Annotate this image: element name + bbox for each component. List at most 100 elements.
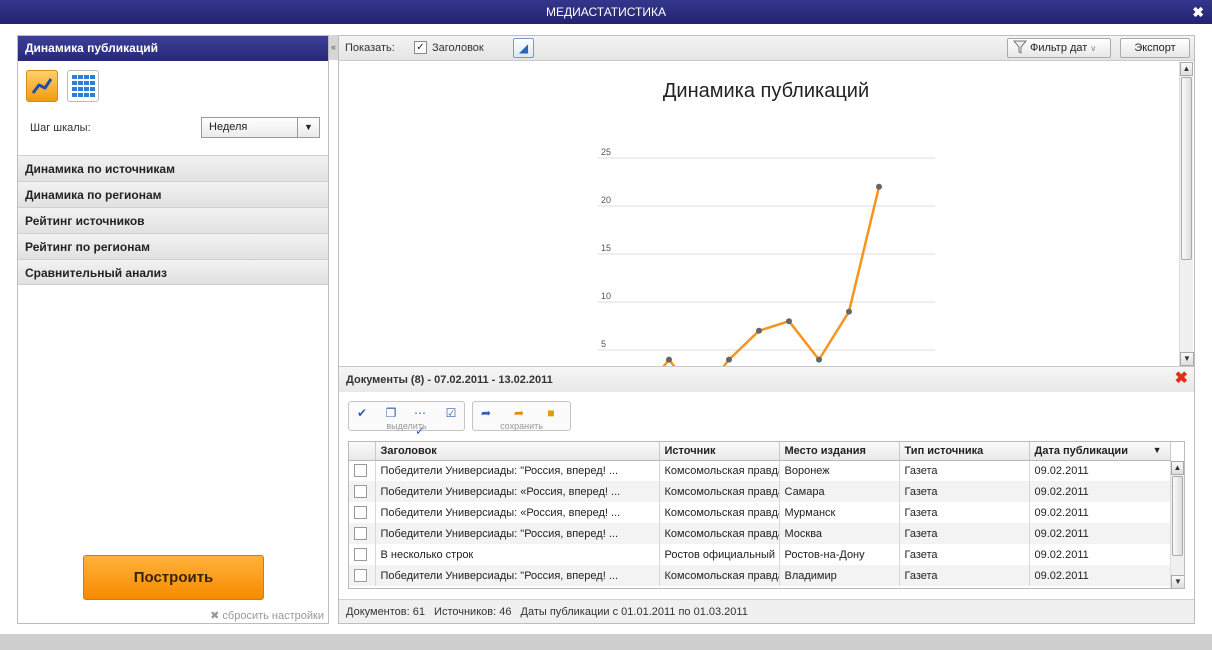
data-point[interactable] xyxy=(786,318,792,325)
build-button[interactable]: Построить xyxy=(83,555,264,600)
menu-item-regions-dynamics[interactable]: Динамика по регионам xyxy=(18,181,328,207)
chart-scrollbar[interactable]: ▲ ▼ xyxy=(1179,62,1194,366)
status-dates: Даты публикации с 01.01.2011 по 01.03.20… xyxy=(520,606,748,618)
export-button[interactable]: Экспорт xyxy=(1120,38,1190,58)
row-checkbox[interactable] xyxy=(354,569,367,582)
scroll-down-icon[interactable]: ▼ xyxy=(1180,352,1194,366)
data-point[interactable] xyxy=(756,327,762,334)
check-box-icon[interactable]: ☑ xyxy=(441,404,461,422)
chevron-down-icon[interactable]: ▼ xyxy=(297,118,319,137)
reset-settings-link[interactable]: ✖ сбросить настройки xyxy=(210,609,324,622)
y-tick-label: 25 xyxy=(601,147,611,157)
column-header-place[interactable]: Место издания xyxy=(779,442,900,461)
table-row[interactable]: Победители Универсиады: "Россия, вперед!… xyxy=(349,565,1171,586)
scroll-up-icon[interactable]: ▲ xyxy=(1171,461,1184,475)
cell-source: Комсомольская правда xyxy=(659,502,780,523)
table-row[interactable]: В несколько строк Ростов официальный Рос… xyxy=(349,544,1171,565)
y-tick-label: 20 xyxy=(601,195,611,205)
data-point[interactable] xyxy=(726,356,732,363)
report-menu: Динамика по источникам Динамика по регио… xyxy=(18,155,328,285)
series-line xyxy=(662,186,881,366)
cell-date: 09.02.2011 xyxy=(1029,544,1171,565)
title-checkbox[interactable]: ✓ xyxy=(414,41,427,54)
cell-title[interactable]: Победители Универсиады: «Россия, вперед!… xyxy=(375,481,660,502)
line-chart-icon[interactable] xyxy=(26,70,58,102)
status-bar: Документов: 61 Источников: 46 Даты публи… xyxy=(339,599,1194,623)
data-point[interactable] xyxy=(816,356,822,363)
documents-title: Документы (8) - 07.02.2011 - 13.02.2011 xyxy=(346,374,553,386)
collapse-panel-button[interactable]: « xyxy=(329,35,338,60)
paint-bucket-icon[interactable]: ◢ xyxy=(513,38,534,58)
column-header-type[interactable]: Тип источника xyxy=(899,442,1030,461)
select-tools: ✔ ❐ ⋯✓ ☑ выделить xyxy=(348,401,465,438)
table-row[interactable]: Победители Универсиады: "Россия, вперед!… xyxy=(349,523,1171,544)
forward-icon[interactable]: ➦ xyxy=(476,404,496,422)
close-icon[interactable]: ✖ xyxy=(1175,371,1188,387)
copy-selection-icon[interactable]: ❐ xyxy=(381,404,401,422)
row-checkbox[interactable] xyxy=(354,485,367,498)
data-point[interactable] xyxy=(876,183,882,190)
select-caption: выделить xyxy=(386,421,427,431)
select-column-header xyxy=(349,442,376,461)
line-chart: Динамика публикаций 25 20 15 10 5 xyxy=(598,80,935,366)
scrollbar-thumb[interactable] xyxy=(1181,77,1192,260)
chart-type-selector xyxy=(26,70,105,102)
cell-date: 09.02.2011 xyxy=(1029,460,1171,481)
data-point[interactable] xyxy=(666,356,672,363)
cell-type: Газета xyxy=(899,565,1030,586)
chart-series xyxy=(662,183,882,366)
save-caption: сохранить xyxy=(500,421,543,431)
y-axis-ticks: 25 20 15 10 5 xyxy=(601,147,611,349)
save-tools: ➦ ➦ ■ сохранить xyxy=(472,401,571,431)
cell-title[interactable]: В несколько строк xyxy=(375,544,660,565)
menu-item-regions-rating[interactable]: Рейтинг по регионам xyxy=(18,233,328,259)
row-checkbox[interactable] xyxy=(354,506,367,519)
reset-icon: ✖ xyxy=(210,610,220,622)
save-forward-icon[interactable]: ➦ xyxy=(509,404,529,422)
cell-title[interactable]: Победители Универсиады: «Россия, вперед!… xyxy=(375,502,660,523)
date-filter-button[interactable]: Фильтр дат ∨ xyxy=(1007,38,1111,58)
cell-date: 09.02.2011 xyxy=(1029,502,1171,523)
sort-desc-icon: ▼ xyxy=(1152,444,1162,455)
cell-date: 09.02.2011 xyxy=(1029,565,1171,586)
line-chart-icon-graphic xyxy=(31,78,53,94)
cell-title[interactable]: Победители Универсиады: "Россия, вперед!… xyxy=(375,565,660,586)
data-point[interactable] xyxy=(846,308,852,315)
table-row[interactable]: Победители Универсиады: «Россия, вперед!… xyxy=(349,481,1171,502)
menu-item-comparative-analysis[interactable]: Сравнительный анализ xyxy=(18,259,328,285)
scroll-down-icon[interactable]: ▼ xyxy=(1171,575,1184,588)
column-header-title[interactable]: Заголовок xyxy=(375,442,660,461)
table-row[interactable]: Победители Универсиады: «Россия, вперед!… xyxy=(349,502,1171,523)
y-tick-label: 10 xyxy=(601,291,611,301)
scale-step-select[interactable]: Неделя ▼ xyxy=(201,117,320,138)
cell-title[interactable]: Победители Универсиады: "Россия, вперед!… xyxy=(375,523,660,544)
table-row[interactable]: Победители Универсиады: "Россия, вперед!… xyxy=(349,460,1171,481)
table-grid-icon[interactable] xyxy=(67,70,100,102)
chart-toolbar: Показать: ✓ Заголовок ◢ Фильтр дат ∨ Экс… xyxy=(339,36,1194,61)
row-checkbox[interactable] xyxy=(354,527,367,540)
documents-header: Документы (8) - 07.02.2011 - 13.02.2011 … xyxy=(339,366,1194,392)
menu-item-sources-rating[interactable]: Рейтинг источников xyxy=(18,207,328,233)
scale-step-label: Шаг шкалы: xyxy=(30,122,91,134)
table-scrollbar[interactable]: ▲ ▼ xyxy=(1170,461,1184,588)
menu-item-sources-dynamics[interactable]: Динамика по источникам xyxy=(18,155,328,181)
row-checkbox[interactable] xyxy=(354,548,367,561)
cell-place: Воронеж xyxy=(779,460,900,481)
select-all-icon[interactable]: ✔ xyxy=(352,404,372,422)
panel-header[interactable]: Динамика публикаций xyxy=(18,36,328,61)
chart-area: Динамика публикаций 25 20 15 10 5 xyxy=(339,62,1179,366)
column-header-date[interactable]: Дата публикации ▼ xyxy=(1029,442,1171,461)
cell-place: Владимир xyxy=(779,565,900,586)
scrollbar-thumb[interactable] xyxy=(1172,476,1183,556)
cell-source: Комсомольская правда xyxy=(659,523,780,544)
column-header-source[interactable]: Источник xyxy=(659,442,780,461)
scroll-up-icon[interactable]: ▲ xyxy=(1180,62,1193,76)
y-tick-label: 15 xyxy=(601,243,611,253)
folder-icon[interactable]: ■ xyxy=(541,404,561,422)
row-checkbox[interactable] xyxy=(354,464,367,478)
cell-type: Газета xyxy=(899,523,1030,544)
close-icon[interactable]: ✖ xyxy=(1192,0,1204,24)
cell-title[interactable]: Победители Универсиады: "Россия, вперед!… xyxy=(375,460,660,481)
cell-date: 09.02.2011 xyxy=(1029,523,1171,544)
check-range-icon[interactable]: ⋯✓ xyxy=(410,404,430,438)
